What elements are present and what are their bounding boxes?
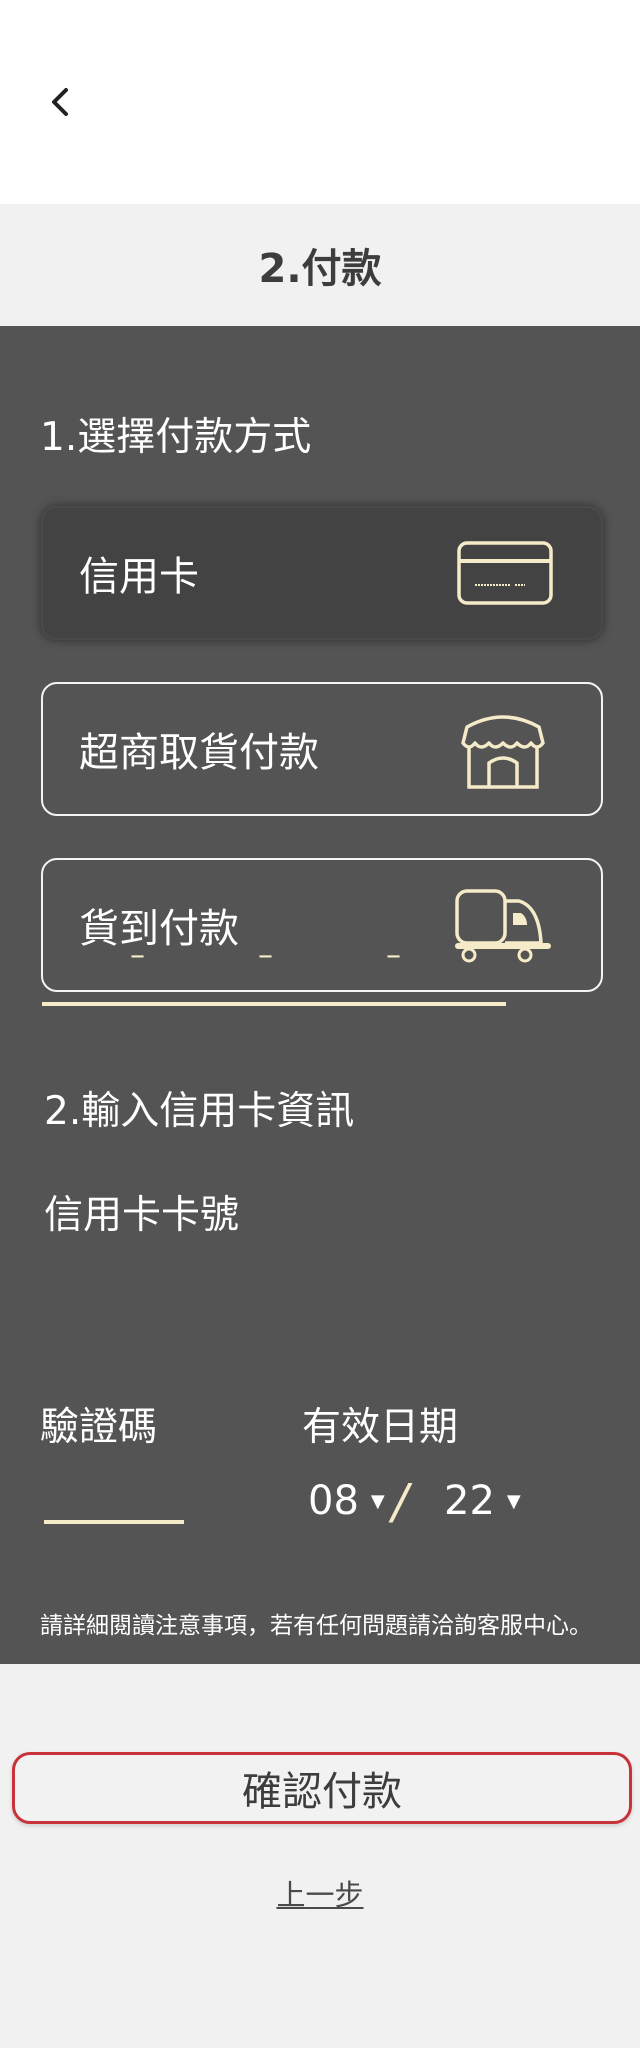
caret-down-icon: ▼ — [506, 1490, 521, 1512]
confirm-payment-label: 確認付款 — [242, 1769, 402, 1815]
chevron-left-icon — [52, 88, 68, 116]
payment-option-credit-card[interactable]: 信用卡 — [41, 506, 603, 640]
card-number-separator: – — [258, 938, 273, 973]
notice-text: 請詳細閱讀注意事項，若有任何問題請洽詢客服中心。 — [40, 1613, 592, 1639]
page-title: 2.付款 — [258, 246, 382, 292]
expiry-year-value: 22 — [444, 1478, 495, 1524]
step-title-bar: 2.付款 — [0, 204, 640, 326]
top-bar — [0, 0, 640, 204]
expiry-month-value: 08 — [308, 1478, 359, 1524]
caret-down-icon: ▼ — [370, 1490, 385, 1512]
payment-option-label: 信用卡 — [79, 554, 199, 600]
expiry-year-select[interactable]: 22 ▼ — [444, 1478, 521, 1524]
card-number-input[interactable]: – – – — [42, 926, 506, 1006]
back-button[interactable] — [36, 78, 84, 126]
cvv-input[interactable] — [44, 1434, 184, 1524]
credit-card-icon — [457, 541, 553, 605]
previous-step-link[interactable]: 上一步 — [276, 1878, 363, 1912]
store-icon — [461, 715, 545, 789]
card-number-separator: – — [386, 938, 401, 973]
card-number-label: 信用卡卡號 — [44, 1193, 240, 1238]
payment-option-label: 超商取貨付款 — [79, 730, 319, 776]
payment-method-title: 1.選擇付款方式 — [40, 415, 312, 460]
payment-option-convenience-store[interactable]: 超商取貨付款 — [41, 682, 603, 816]
card-info-title: 2.輸入信用卡資訊 — [44, 1089, 355, 1134]
expiry-label: 有效日期 — [302, 1405, 459, 1450]
previous-step-container: 上一步 — [0, 1872, 640, 1914]
confirm-payment-button[interactable]: 確認付款 — [12, 1752, 632, 1824]
expiry-month-select[interactable]: 08 ▼ — [308, 1478, 385, 1524]
card-number-separator: – — [130, 938, 145, 973]
expiry-separator: / — [392, 1474, 409, 1530]
